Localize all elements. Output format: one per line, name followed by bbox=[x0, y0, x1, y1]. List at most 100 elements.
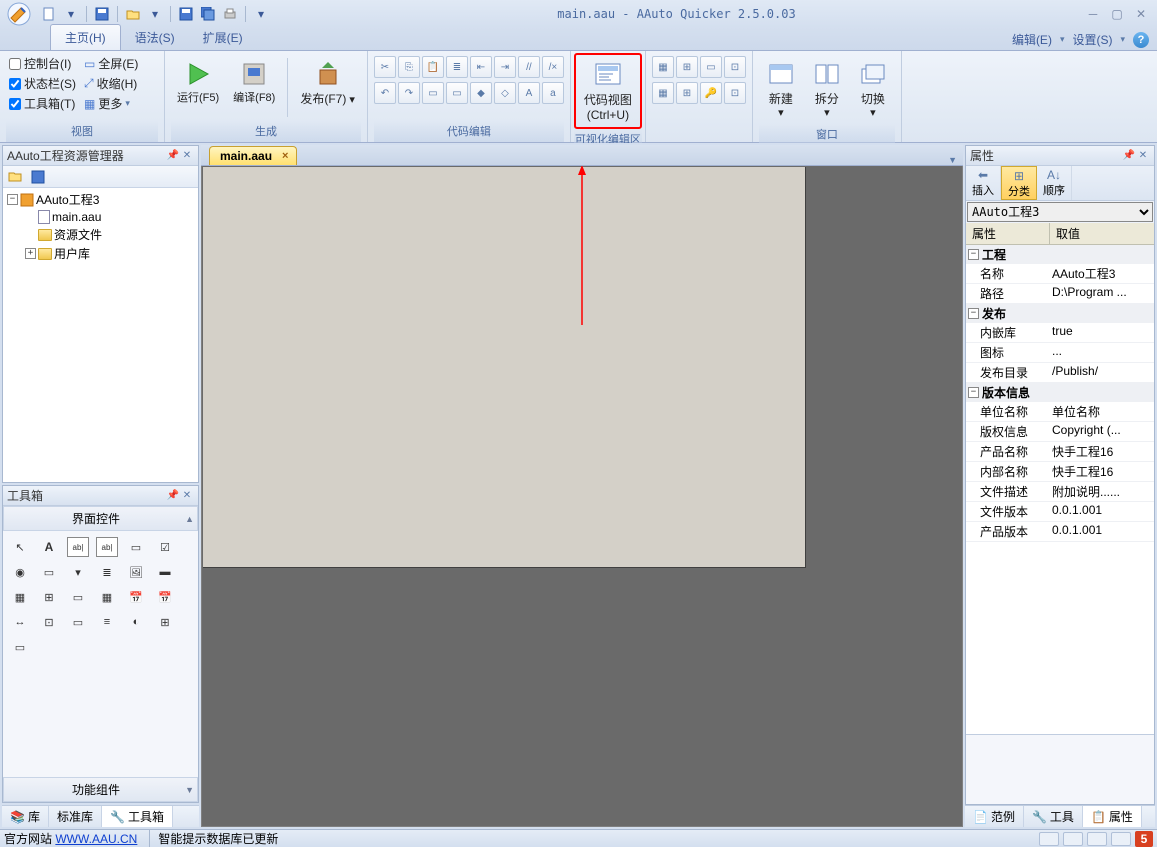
tool-datetime[interactable]: 📅 bbox=[154, 587, 176, 607]
prop-tb-insert[interactable]: ⬅插入 bbox=[966, 166, 1001, 200]
tool-label[interactable]: A bbox=[38, 537, 60, 557]
sb-uncomment[interactable]: /× bbox=[542, 56, 564, 78]
sb-13[interactable]: ◆ bbox=[470, 82, 492, 104]
prop-row[interactable]: 图标... bbox=[966, 343, 1154, 363]
sb-4[interactable]: ≣ bbox=[446, 56, 468, 78]
tool-19[interactable]: ⊡ bbox=[38, 612, 60, 632]
ve-5[interactable]: ▦ bbox=[652, 82, 674, 104]
tree-item-userlib[interactable]: + 用户库 bbox=[5, 244, 196, 263]
form-design-surface[interactable] bbox=[203, 167, 806, 568]
tree-root[interactable]: − AAuto工程3 bbox=[5, 190, 196, 209]
tool-treeview[interactable]: ⊞ bbox=[38, 587, 60, 607]
btn-more[interactable]: ▦更多▾ bbox=[81, 94, 141, 113]
minimize-button[interactable]: ─ bbox=[1083, 7, 1103, 21]
tab-extend[interactable]: 扩展(E) bbox=[189, 25, 257, 50]
tool-rect[interactable]: ▭ bbox=[9, 637, 31, 657]
ve-4[interactable]: ⊡ bbox=[724, 56, 746, 78]
pin-icon[interactable]: 📌 bbox=[1122, 149, 1136, 163]
close-icon[interactable]: ✕ bbox=[1136, 149, 1150, 163]
app-menu-icon[interactable] bbox=[0, 0, 38, 27]
prop-row[interactable]: 内部名称快手工程16 bbox=[966, 462, 1154, 482]
tree-item-main[interactable]: main.aau bbox=[5, 209, 196, 225]
tool-edit[interactable]: ab| bbox=[67, 537, 89, 557]
bt-stdlib[interactable]: 标准库 bbox=[49, 806, 102, 827]
close-button[interactable]: ✕ bbox=[1131, 7, 1151, 21]
status-btn-4[interactable] bbox=[1111, 832, 1131, 846]
prop-category[interactable]: − 发布 bbox=[966, 304, 1154, 323]
chk-toolbox[interactable]: 工具箱(T) bbox=[6, 94, 79, 113]
btn-collapse[interactable]: ⤢收缩(H) bbox=[81, 74, 141, 93]
qat-dropdown-icon[interactable]: ▾ bbox=[62, 5, 80, 23]
sb-15[interactable]: A bbox=[518, 82, 540, 104]
status-site-link[interactable]: WWW.AAU.CN bbox=[55, 832, 137, 846]
qat-open-icon[interactable] bbox=[124, 5, 142, 23]
prop-object-select[interactable]: AAuto工程3 bbox=[967, 202, 1153, 222]
menu-edit[interactable]: 编辑(E) bbox=[1012, 31, 1052, 48]
tool-picture[interactable]: 🖼 bbox=[125, 562, 147, 582]
pin-icon[interactable]: 📌 bbox=[166, 149, 180, 163]
prop-grid[interactable]: − 工程名称AAuto工程3路径D:\Program ...− 发布内嵌库tru… bbox=[966, 245, 1154, 734]
prop-row[interactable]: 名称AAuto工程3 bbox=[966, 264, 1154, 284]
rbt-prop[interactable]: 📋属性 bbox=[1083, 806, 1142, 827]
qat-save2-icon[interactable] bbox=[177, 5, 195, 23]
prop-row[interactable]: 版权信息Copyright (... bbox=[966, 422, 1154, 442]
bt-lib[interactable]: 📚库 bbox=[2, 806, 49, 827]
chk-statusbar[interactable]: 状态栏(S) bbox=[6, 74, 79, 93]
prop-row[interactable]: 发布目录/Publish/ bbox=[966, 363, 1154, 383]
tab-home[interactable]: 主页(H) bbox=[50, 24, 121, 50]
btn-publish[interactable]: 发布(F7) ▾ bbox=[294, 54, 361, 111]
prop-row[interactable]: 路径D:\Program ... bbox=[966, 284, 1154, 304]
tool-calendar[interactable]: 📅 bbox=[125, 587, 147, 607]
tool-button[interactable]: ▭ bbox=[125, 537, 147, 557]
tool-tab[interactable]: ▭ bbox=[67, 587, 89, 607]
tool-23[interactable]: ⊞ bbox=[154, 612, 176, 632]
prop-row[interactable]: 产品名称快手工程16 bbox=[966, 442, 1154, 462]
sb-comment[interactable]: // bbox=[518, 56, 540, 78]
prop-tb-category[interactable]: ⊞分类 bbox=[1001, 166, 1037, 200]
qat-save-icon[interactable] bbox=[93, 5, 111, 23]
qat-drop-icon[interactable]: ▾ bbox=[252, 5, 270, 23]
ve-3[interactable]: ▭ bbox=[700, 56, 722, 78]
tool-21[interactable]: ≡ bbox=[96, 612, 118, 632]
prop-row[interactable]: 单位名称单位名称 bbox=[966, 402, 1154, 422]
expander-icon[interactable]: + bbox=[25, 248, 36, 259]
prop-row[interactable]: 文件描述附加说明...... bbox=[966, 482, 1154, 502]
rbt-example[interactable]: 📄范例 bbox=[965, 806, 1024, 827]
toolbox-section-ui[interactable]: 界面控件▲ bbox=[3, 506, 198, 531]
bt-toolbox[interactable]: 🔧工具箱 bbox=[102, 806, 173, 827]
proj-tb-2[interactable] bbox=[29, 168, 47, 186]
status-notify-icon[interactable]: 5 bbox=[1135, 831, 1153, 847]
prop-tb-sort[interactable]: A↓顺序 bbox=[1037, 166, 1072, 200]
ve-6[interactable]: ⊞ bbox=[676, 82, 698, 104]
sb-redo[interactable]: ↷ bbox=[398, 82, 420, 104]
close-icon[interactable]: ✕ bbox=[180, 489, 194, 503]
btn-window-switch[interactable]: 切换▾ bbox=[851, 54, 895, 124]
btn-compile[interactable]: 编译(F8) bbox=[227, 54, 281, 109]
ve-7[interactable]: 🔑 bbox=[700, 82, 722, 104]
tool-20[interactable]: ▭ bbox=[67, 612, 89, 632]
qat-print-icon[interactable] bbox=[221, 5, 239, 23]
tool-groupbox[interactable]: ▭ bbox=[38, 562, 60, 582]
maximize-button[interactable]: ▢ bbox=[1107, 7, 1127, 21]
status-btn-3[interactable] bbox=[1087, 832, 1107, 846]
qat-new-icon[interactable] bbox=[40, 5, 58, 23]
sb-11[interactable]: ▭ bbox=[422, 82, 444, 104]
doc-tab-main[interactable]: main.aau × bbox=[209, 146, 297, 165]
prop-category[interactable]: − 工程 bbox=[966, 245, 1154, 264]
pin-icon[interactable]: 📌 bbox=[166, 489, 180, 503]
prop-row[interactable]: 产品版本0.0.1.001 bbox=[966, 522, 1154, 542]
tool-checkbox[interactable]: ☑ bbox=[154, 537, 176, 557]
tab-dropdown-icon[interactable]: ▼ bbox=[948, 155, 957, 165]
prop-category[interactable]: − 版本信息 bbox=[966, 383, 1154, 402]
project-tree[interactable]: − AAuto工程3 main.aau 资源文件 + 用户库 bbox=[3, 188, 198, 482]
tool-radio[interactable]: ◉ bbox=[9, 562, 31, 582]
ve-8[interactable]: ⊡ bbox=[724, 82, 746, 104]
tree-item-res[interactable]: 资源文件 bbox=[5, 225, 196, 244]
proj-tb-1[interactable] bbox=[7, 168, 25, 186]
chk-console[interactable]: 控制台(I) bbox=[6, 54, 79, 73]
sb-paste[interactable]: 📋 bbox=[422, 56, 444, 78]
tool-pointer[interactable]: ↖ bbox=[9, 537, 31, 557]
sb-copy[interactable]: ⎘ bbox=[398, 56, 420, 78]
rbt-tool[interactable]: 🔧工具 bbox=[1024, 806, 1083, 827]
btn-codeview[interactable]: 代码视图(Ctrl+U) bbox=[580, 57, 636, 125]
